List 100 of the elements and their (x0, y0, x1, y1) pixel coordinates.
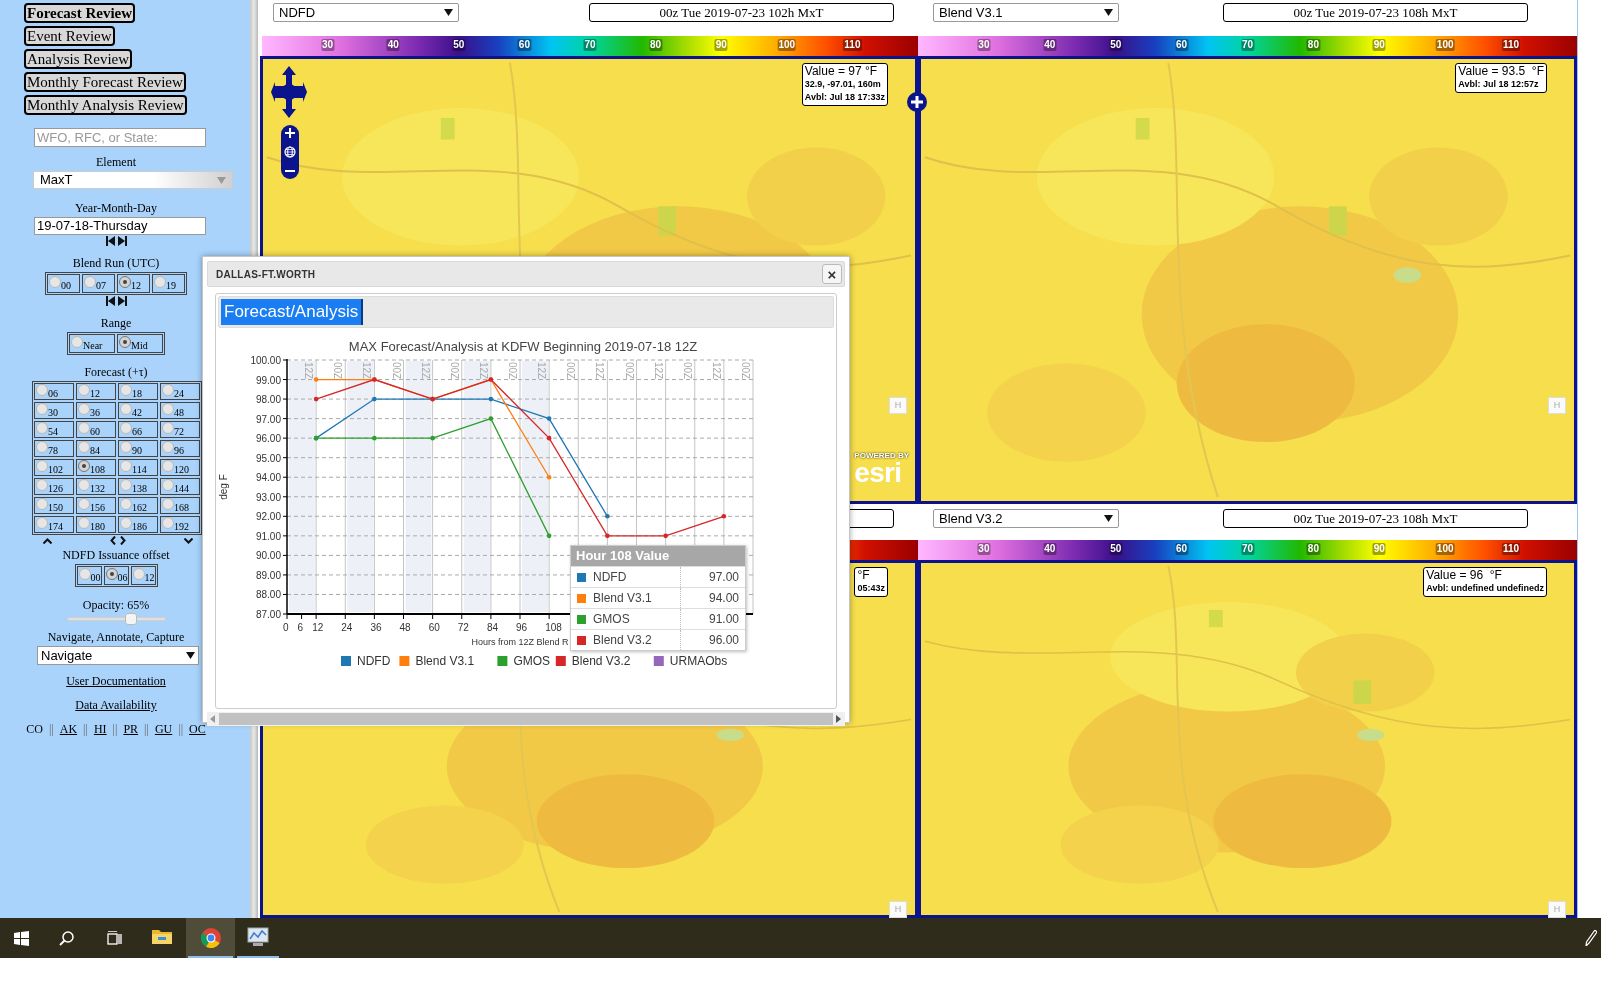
scale-label: 90 (714, 39, 728, 51)
band-label: 00Z (740, 362, 751, 380)
radio-label: 126 (48, 483, 63, 494)
radio-label: 07 (96, 280, 106, 291)
radio-label: 06 (48, 388, 58, 399)
attribution-caption: POWERED BY (854, 451, 909, 460)
legend-label: URMAObs (669, 654, 728, 668)
separator-text: || (48, 722, 54, 736)
radio-label: 162 (132, 502, 147, 513)
tooltip-value: 96.00 (707, 632, 740, 649)
radio-label: 144 (174, 483, 189, 494)
band-label: 12Z (361, 362, 373, 380)
field-label: Element (96, 155, 136, 169)
tick-label: 92.00 (255, 511, 281, 523)
radio-label: 72 (174, 426, 184, 437)
radio-label: 132 (90, 483, 105, 494)
scale-label: 110 (843, 39, 862, 51)
radio-label: 06 (117, 572, 128, 583)
scale-label: 60 (517, 39, 531, 51)
band-label: 12Z (594, 362, 606, 380)
radio-label: 150 (48, 502, 63, 513)
tick-label: 24 (341, 622, 353, 633)
chart-title: MAX Forecast/Analysis at KDFW Beginning 2019-07-18 12Z (348, 339, 698, 354)
tick-label: 94.00 (255, 472, 281, 484)
scale-label: 80 (1306, 39, 1320, 51)
radio-label: 138 (132, 483, 147, 494)
scale-label: 70 (1240, 39, 1255, 51)
map-title-box: 00z Tue 2019-07-23 102h MxT (589, 3, 894, 22)
tick-label: 0 (283, 622, 289, 633)
separator-text: || (83, 722, 88, 736)
legend-label: Blend V3.2 (571, 654, 631, 668)
band-label: 00Z (507, 362, 518, 380)
scale-label: 90 (1372, 39, 1386, 51)
tooltip-title: Hour 108 Value (571, 546, 745, 566)
scale-label: 60 (1175, 543, 1189, 555)
scale-label: 90 (1372, 543, 1386, 555)
tick-label: 48 (399, 622, 411, 633)
tooltip-value: 94.00 (707, 590, 740, 607)
tick-label: 90.00 (255, 550, 281, 562)
band-label: 00Z (448, 362, 460, 380)
scale-label: 110 (1502, 543, 1521, 555)
field-label: Year-Month-Day (75, 201, 157, 215)
legend-label: GMOS (513, 654, 551, 668)
scale-label: 110 (1502, 39, 1521, 51)
radio-label: 48 (174, 407, 184, 418)
tick-label: 93.00 (255, 491, 281, 503)
popup-title: DALLAS-FT.WORTH (216, 267, 316, 282)
separator-text: || (112, 722, 118, 736)
radio-label: 174 (48, 521, 63, 532)
tick-label: 12 (312, 622, 324, 633)
band-label: 00Z (681, 362, 693, 380)
radio-label: 192 (174, 521, 189, 532)
scale-label: 60 (1175, 39, 1189, 51)
radio-label: 42 (132, 407, 142, 418)
readout-text: Value = 96 °F (1426, 569, 1503, 582)
scale-label: 40 (1043, 543, 1057, 555)
scale-label: 100 (777, 39, 797, 51)
tooltip-label: Blend V3.2 (593, 630, 681, 650)
band-label: 12Z (303, 362, 315, 380)
radio-label: 36 (90, 407, 100, 418)
readout-text: Avbl: undefined undefinedz (1426, 582, 1544, 595)
readout-text: 05:43z (857, 582, 885, 595)
readout-text: °F (857, 569, 871, 582)
tick-label: 91.00 (255, 530, 281, 542)
tooltip-label: Blend V3.1 (593, 588, 681, 608)
radio-label: 168 (174, 502, 189, 513)
tick-label: 96.00 (255, 433, 281, 445)
tick-label: 96 (516, 622, 528, 633)
attribution-logo: esri (854, 460, 902, 486)
scale-label: 40 (1043, 39, 1057, 51)
scale-label: 100 (1435, 543, 1455, 555)
radio-label: Mid (131, 340, 148, 351)
radio-label: 30 (48, 407, 58, 418)
radio-label: 60 (90, 426, 100, 437)
band-label: 12Z (652, 362, 664, 380)
tick-label: 98.00 (255, 394, 281, 406)
radio-label: 78 (48, 445, 58, 456)
radio-label: 18 (132, 388, 142, 399)
field-label: Range (100, 316, 132, 330)
field-label: Navigate, Annotate, Capture (47, 630, 185, 644)
scale-label: 50 (1109, 39, 1123, 51)
tooltip-value: 91.00 (707, 611, 740, 628)
radio-label: 12 (90, 388, 100, 399)
band-label: 00Z (623, 362, 635, 380)
radio-label: 84 (90, 445, 100, 456)
band-label: 12Z (477, 362, 489, 380)
radio-label: 96 (174, 445, 184, 456)
radio-label: 19 (166, 280, 176, 291)
map-title-box: 00z Tue 2019-07-23 108h MxT (1223, 3, 1528, 22)
tick-label: 99.00 (255, 374, 281, 386)
scale-label: 80 (649, 39, 663, 51)
tick-label: 6 (297, 622, 304, 633)
band-label: 12Z (419, 362, 431, 380)
radio-label: 186 (132, 521, 147, 532)
field-label: Blend Run (UTC) (72, 256, 160, 270)
radio-label: 90 (132, 445, 142, 456)
radio-label: 12 (131, 280, 141, 291)
tick-label: 97.00 (255, 413, 281, 425)
axis-title: deg F (218, 474, 229, 500)
scale-label: 30 (977, 39, 991, 51)
